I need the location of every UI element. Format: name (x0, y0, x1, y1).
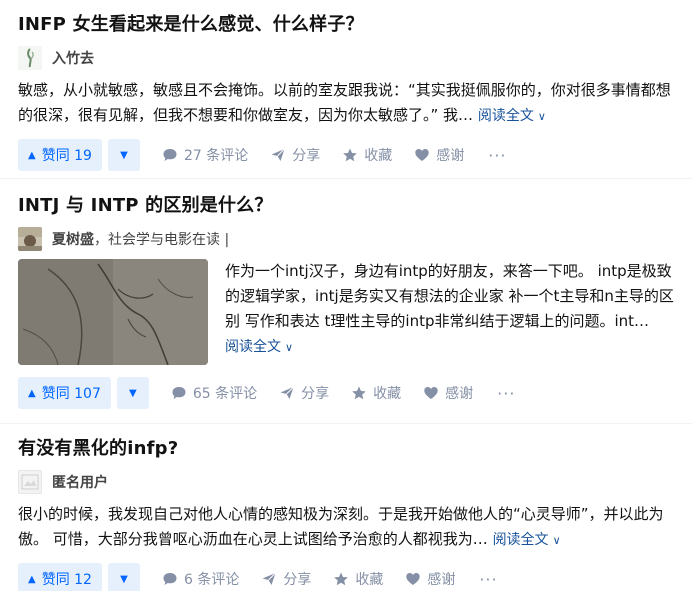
author-name[interactable]: 夏树盛 (52, 229, 94, 249)
answer-excerpt[interactable]: 作为一个intj汉子，身边有intp的好朋友，来答一下吧。 intp是极致的逻辑… (225, 259, 674, 365)
downvote-button[interactable]: ▼ (107, 563, 140, 591)
thanks-label: 感谢 (436, 148, 465, 164)
share-label: 分享 (292, 148, 321, 164)
avatar[interactable] (18, 470, 42, 494)
avatar[interactable] (18, 227, 42, 251)
upvote-button[interactable]: ▲ 赞同 19 (18, 139, 102, 171)
paper-plane-icon (279, 385, 295, 401)
feed-card: INTJ 与 INTP 的区别是什么？ 夏树盛 ，社会学与电影在读 | 作为一个… (0, 178, 692, 423)
comment-icon (162, 147, 178, 163)
answer-feed: INFP 女生看起来是什么感觉、什么样子？ 入竹去 敏感，从小就敏感，敏感且不会… (0, 0, 692, 591)
triangle-down-icon: ▼ (120, 149, 128, 161)
comment-count: 6 条评论 (183, 572, 240, 588)
heart-icon (423, 385, 439, 401)
answer-body: 作为一个intj汉子，身边有intp的好朋友，来答一下吧。 intp是极致的逻辑… (18, 259, 674, 365)
favorite-button[interactable]: 收藏 (351, 383, 401, 403)
author-row: 匿名用户 (18, 470, 674, 494)
favorite-label: 收藏 (373, 386, 402, 402)
comment-button[interactable]: 65 条评论 (171, 383, 257, 403)
read-more-link[interactable]: 阅读全文 ∨ (478, 108, 546, 124)
read-more-link[interactable]: 阅读全文 ∨ (493, 532, 561, 548)
author-name[interactable]: 入竹去 (52, 48, 94, 68)
read-more-link[interactable]: 阅读全文 ∨ (225, 339, 293, 355)
comment-count: 27 条评论 (183, 148, 249, 164)
read-more-label: 阅读全文 (477, 108, 534, 124)
chevron-down-icon: ∨ (552, 534, 561, 547)
comment-button[interactable]: 6 条评论 (162, 569, 239, 589)
chevron-down-icon: ∨ (537, 110, 546, 123)
upvote-button[interactable]: ▲ 赞同 107 (18, 377, 111, 409)
downvote-button[interactable]: ▼ (107, 139, 140, 171)
action-bar: ▲ 赞同 12 ▼ 6 条评论 分享 收藏 感谢 ··· (18, 563, 674, 591)
ellipsis-icon[interactable]: ··· (488, 146, 506, 165)
vote-count: 赞同 107 (41, 386, 101, 402)
feed-card: 有没有黑化的infp? 匿名用户 很小的时候，我发现自己对他人心情的感知极为深刻… (0, 423, 692, 591)
paper-plane-icon (270, 147, 286, 163)
triangle-up-icon: ▲ (28, 387, 36, 399)
star-icon (333, 571, 349, 587)
triangle-up-icon: ▲ (28, 149, 36, 161)
share-button[interactable]: 分享 (270, 145, 320, 165)
thanks-button[interactable]: 感谢 (405, 569, 455, 589)
comment-button[interactable]: 27 条评论 (162, 145, 248, 165)
triangle-up-icon: ▲ (28, 573, 36, 585)
excerpt-text: 很小的时候，我发现自己对他人心情的感知极为深刻。于是我开始做他人的“心灵导师”，… (18, 505, 664, 548)
action-bar: ▲ 赞同 107 ▼ 65 条评论 分享 收藏 感谢 ··· (18, 377, 674, 409)
triangle-down-icon: ▼ (129, 387, 137, 399)
question-title[interactable]: 有没有黑化的infp? (18, 436, 674, 462)
author-row: 夏树盛 ，社会学与电影在读 | (18, 227, 674, 251)
share-button[interactable]: 分享 (279, 383, 329, 403)
share-button[interactable]: 分享 (261, 569, 311, 589)
comment-icon (171, 385, 187, 401)
read-more-label: 阅读全文 (225, 339, 281, 355)
ellipsis-icon[interactable]: ··· (479, 570, 497, 589)
answer-excerpt[interactable]: 敏感，从小就敏感，敏感且不会掩饰。以前的室友跟我说：“其实我挺佩服你的，你对很多… (18, 78, 674, 129)
share-label: 分享 (301, 386, 330, 402)
answer-thumbnail[interactable] (18, 259, 208, 365)
downvote-button[interactable]: ▼ (116, 377, 149, 409)
read-more-label: 阅读全文 (492, 532, 549, 548)
thanks-label: 感谢 (445, 386, 474, 402)
upvote-button[interactable]: ▲ 赞同 12 (18, 563, 102, 591)
question-title[interactable]: INFP 女生看起来是什么感觉、什么样子？ (18, 12, 674, 38)
author-row: 入竹去 (18, 46, 674, 70)
heart-icon (405, 571, 421, 587)
thanks-button[interactable]: 感谢 (414, 145, 464, 165)
question-title[interactable]: INTJ 与 INTP 的区别是什么？ (18, 193, 674, 219)
favorite-label: 收藏 (364, 148, 393, 164)
heart-icon (414, 147, 430, 163)
paper-plane-icon (261, 571, 277, 587)
triangle-down-icon: ▼ (120, 573, 128, 585)
answer-excerpt[interactable]: 很小的时候，我发现自己对他人心情的感知极为深刻。于是我开始做他人的“心灵导师”，… (18, 502, 674, 553)
chevron-down-icon: ∨ (285, 341, 294, 354)
action-bar: ▲ 赞同 19 ▼ 27 条评论 分享 收藏 感谢 ··· (18, 139, 674, 171)
feed-card: INFP 女生看起来是什么感觉、什么样子？ 入竹去 敏感，从小就敏感，敏感且不会… (0, 0, 692, 178)
thanks-button[interactable]: 感谢 (423, 383, 473, 403)
author-name[interactable]: 匿名用户 (52, 472, 108, 492)
star-icon (342, 147, 358, 163)
thanks-label: 感谢 (427, 572, 456, 588)
comment-count: 65 条评论 (192, 386, 258, 402)
vote-count: 赞同 19 (41, 148, 92, 164)
ellipsis-icon[interactable]: ··· (497, 384, 515, 403)
excerpt-text: 作为一个intj汉子，身边有intp的好朋友，来答一下吧。 intp是极致的逻辑… (225, 262, 674, 330)
vote-count: 赞同 12 (41, 572, 92, 588)
star-icon (351, 385, 367, 401)
share-label: 分享 (283, 572, 312, 588)
favorite-button[interactable]: 收藏 (333, 569, 383, 589)
favorite-label: 收藏 (355, 572, 384, 588)
comment-icon (162, 571, 178, 587)
author-bio: ，社会学与电影在读 | (94, 232, 230, 248)
excerpt-text: 敏感，从小就敏感，敏感且不会掩饰。以前的室友跟我说：“其实我挺佩服你的，你对很多… (18, 81, 671, 124)
favorite-button[interactable]: 收藏 (342, 145, 392, 165)
avatar[interactable] (18, 46, 42, 70)
